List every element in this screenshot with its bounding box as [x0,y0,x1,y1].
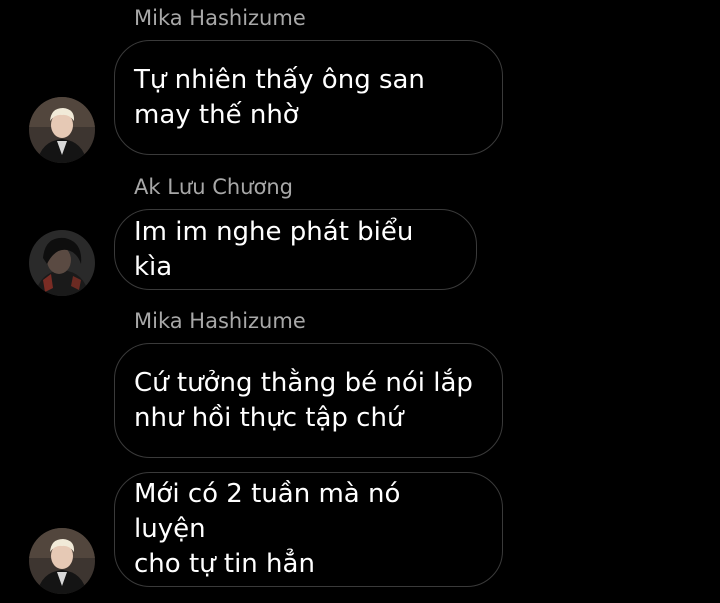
message-text: Mới có 2 tuần mà nó luyện cho tự tin hẳn [134,479,401,579]
message-bubble[interactable]: Tự nhiên thấy ông san may thế nhờ [114,40,503,155]
sender-avatar-icon[interactable] [29,97,95,163]
sender-avatar-icon[interactable] [29,230,95,296]
message-bubble[interactable]: Cứ tưởng thằng bé nói lắp như hồi thực t… [114,343,503,458]
sender-name[interactable]: Ak Lưu Chương [134,177,293,198]
message-bubble[interactable]: Mới có 2 tuần mà nó luyện cho tự tin hẳn [114,472,503,587]
sender-avatar-icon[interactable] [29,528,95,594]
message-text: Tự nhiên thấy ông san may thế nhờ [134,64,425,130]
message-text: Im im nghe phát biểu kìa [134,216,414,282]
sender-name[interactable]: Mika Hashizume [134,8,306,29]
message-bubble[interactable]: Im im nghe phát biểu kìa [114,209,477,290]
message-text: Cứ tưởng thằng bé nói lắp như hồi thực t… [134,367,473,433]
sender-name[interactable]: Mika Hashizume [134,311,306,332]
